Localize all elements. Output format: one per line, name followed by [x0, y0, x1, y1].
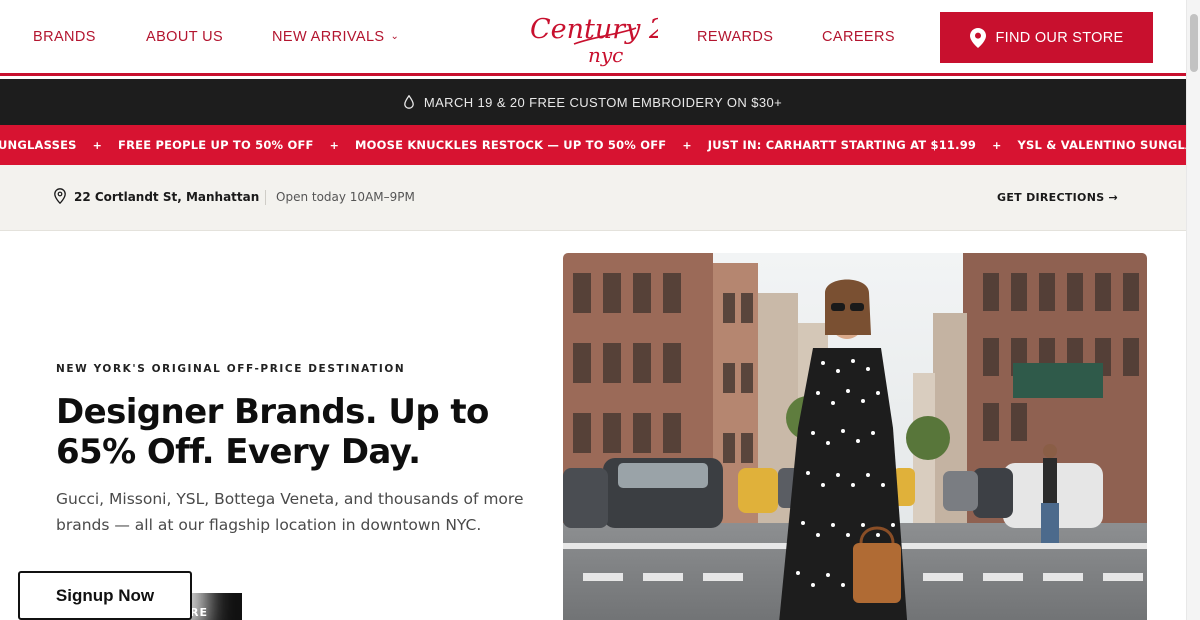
logo-text: Century 21	[530, 14, 658, 45]
ticker-separator: +	[682, 138, 692, 152]
signup-now-button[interactable]: Signup Now	[18, 571, 192, 620]
find-our-store-label: FIND OUR STORE	[995, 29, 1124, 46]
nav-new-arrivals-label: NEW ARRIVALS	[272, 29, 385, 45]
ticker-item[interactable]: UNGLASSES	[0, 138, 77, 152]
map-pin-icon	[969, 27, 986, 48]
ticker-item[interactable]: YSL & VALENTINO SUNGLASSES	[1018, 138, 1186, 152]
hero-eyebrow: NEW YORK'S ORIGINAL OFF-PRICE DESTINATIO…	[56, 363, 406, 375]
century21-logo[interactable]: Century 21 nyc	[526, 6, 683, 68]
location-pin-icon	[54, 188, 66, 204]
promo-bar: MARCH 19 & 20 FREE CUSTOM EMBROIDERY ON …	[0, 79, 1186, 125]
nav-new-arrivals[interactable]: NEW ARRIVALS ⌄	[272, 29, 399, 45]
store-address: 22 Cortlandt St, Manhattan	[74, 190, 260, 204]
hero-photo	[563, 253, 1147, 620]
scrollbar-thumb[interactable]	[1190, 14, 1198, 72]
drop-icon	[404, 95, 414, 109]
hero-image	[563, 253, 1147, 620]
divider	[265, 190, 266, 205]
hero-description: Gucci, Missoni, YSL, Bottega Veneta, and…	[56, 490, 524, 534]
page: BRANDS ABOUT US NEW ARRIVALS ⌄ Century 21…	[0, 0, 1200, 620]
page-scrollbar[interactable]	[1186, 0, 1200, 620]
chevron-down-icon: ⌄	[390, 31, 400, 42]
ticker-track: UNGLASSES + FREE PEOPLE UP TO 50% OFF + …	[0, 125, 1186, 165]
logo-mark: Century 21 nyc	[530, 14, 683, 67]
ticker-item[interactable]: JUST IN: CARHARTT STARTING AT $11.99	[708, 138, 976, 152]
hero-title: Designer Brands. Up to 65% Off. Every Da…	[56, 392, 489, 472]
logo-subtext: nyc	[588, 43, 623, 67]
ticker-separator: +	[329, 138, 339, 152]
store-location-bar: 22 Cortlandt St, Manhattan Open today 10…	[0, 165, 1186, 231]
nav-brands[interactable]: BRANDS	[33, 29, 96, 45]
nav-about-us[interactable]: ABOUT US	[146, 29, 223, 45]
site-header: BRANDS ABOUT US NEW ARRIVALS ⌄ Century 21…	[0, 0, 1186, 76]
store-hours: Open today 10AM–9PM	[276, 190, 415, 204]
get-directions-link[interactable]: GET DIRECTIONS →	[997, 191, 1118, 204]
nav-careers[interactable]: CAREERS	[822, 29, 895, 45]
find-our-store-button[interactable]: FIND OUR STORE	[940, 12, 1153, 63]
nav-rewards[interactable]: REWARDS	[697, 29, 773, 45]
promo-text: MARCH 19 & 20 FREE CUSTOM EMBROIDERY ON …	[423, 94, 783, 110]
ticker-separator: +	[992, 138, 1002, 152]
ticker-item[interactable]: FREE PEOPLE UP TO 50% OFF	[118, 138, 314, 152]
ticker-separator: +	[92, 138, 103, 152]
ticker-item[interactable]: MOOSE KNUCKLES RESTOCK — UP TO 50% OFF	[355, 138, 666, 152]
announcement-ticker: UNGLASSES + FREE PEOPLE UP TO 50% OFF + …	[0, 125, 1186, 165]
